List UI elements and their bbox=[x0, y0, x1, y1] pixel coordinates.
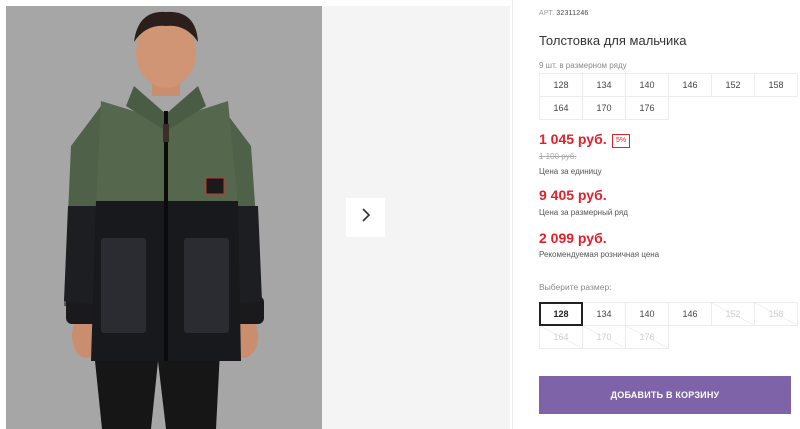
article-number: АРТ. 32311246 bbox=[539, 10, 589, 17]
range-price-note: Цена за размерный ряд bbox=[539, 208, 628, 217]
size-option-128[interactable]: 128 bbox=[539, 302, 583, 326]
size-option-158: 158 bbox=[754, 302, 798, 326]
chevron-right-icon bbox=[360, 207, 372, 228]
size-option-140[interactable]: 140 bbox=[625, 302, 669, 326]
article-value: 32311246 bbox=[556, 10, 589, 17]
unit-price: 1 045 руб. bbox=[539, 131, 607, 147]
range-size-cell: 134 bbox=[582, 73, 626, 97]
product-photo-illustration bbox=[6, 6, 322, 429]
size-option-146[interactable]: 146 bbox=[668, 302, 712, 326]
old-price: 1 100 руб. bbox=[539, 152, 577, 161]
retail-price: 2 099 руб. bbox=[539, 230, 607, 246]
size-option-176: 176 bbox=[625, 325, 669, 349]
size-option-170: 170 bbox=[582, 325, 626, 349]
size-range-grid: 128 134 140 146 152 158 164 170 176 bbox=[539, 73, 798, 120]
range-size-cell: 146 bbox=[668, 73, 712, 97]
range-size-cell: 128 bbox=[539, 73, 583, 97]
range-size-cell: 158 bbox=[754, 73, 798, 97]
article-label: АРТ. bbox=[539, 10, 555, 17]
gallery-next-button[interactable] bbox=[346, 198, 385, 237]
range-size-cell: 170 bbox=[582, 96, 626, 120]
add-to-cart-button[interactable]: ДОБАВИТЬ В КОРЗИНУ bbox=[539, 376, 791, 414]
range-size-cell: 176 bbox=[625, 96, 669, 120]
size-count-label: 9 шт. в размерном ряду bbox=[539, 61, 627, 70]
size-option-152: 152 bbox=[711, 302, 755, 326]
column-divider bbox=[512, 0, 513, 429]
product-photo[interactable] bbox=[6, 6, 322, 429]
size-selector: 128 134 140 146 152 158 164 170 176 bbox=[539, 302, 798, 349]
range-size-cell: 164 bbox=[539, 96, 583, 120]
size-option-164: 164 bbox=[539, 325, 583, 349]
range-size-cell: 140 bbox=[625, 73, 669, 97]
choose-size-label: Выберите размер: bbox=[539, 282, 612, 292]
product-title: Толстовка для мальчика bbox=[539, 33, 687, 48]
product-gallery bbox=[0, 0, 512, 429]
unit-price-note: Цена за единицу bbox=[539, 167, 602, 176]
range-size-cell: 152 bbox=[711, 73, 755, 97]
discount-badge: 5% bbox=[612, 134, 631, 148]
retail-price-note: Рекомендуемая розничная цена bbox=[539, 250, 660, 259]
size-option-134[interactable]: 134 bbox=[582, 302, 626, 326]
range-price: 9 405 руб. bbox=[539, 187, 607, 203]
